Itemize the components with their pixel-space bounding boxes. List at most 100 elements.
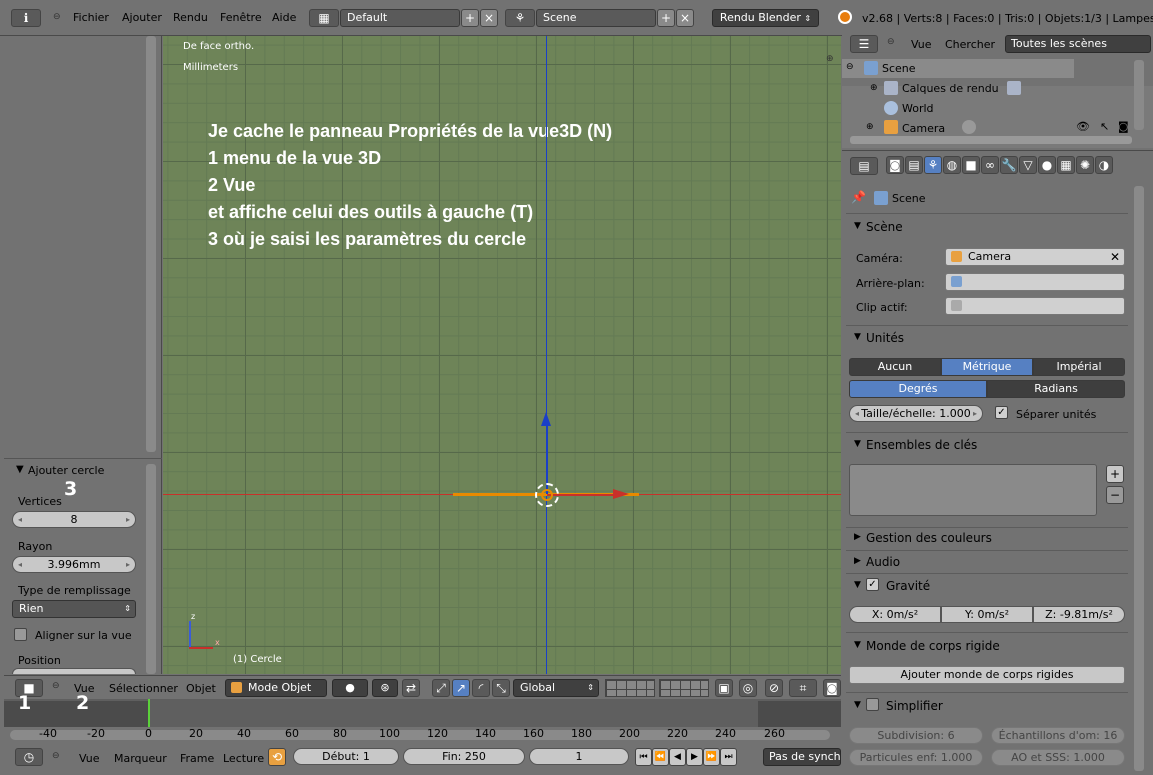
ao-samples-field[interactable]: Échantillons d'om: 16 <box>991 727 1125 744</box>
layer-lock-icon[interactable]: ▣ <box>715 679 733 697</box>
outliner-scrollbar[interactable] <box>1134 60 1144 130</box>
outliner-item-world[interactable]: World <box>902 102 934 115</box>
current-frame-field[interactable]: 1 <box>529 748 629 765</box>
z-arrow-icon[interactable] <box>541 412 551 426</box>
object-tab-icon[interactable]: ■ <box>962 156 980 174</box>
menu-fenetre[interactable]: Fenêtre <box>220 11 262 24</box>
outliner-h-scrollbar[interactable] <box>850 136 1132 144</box>
outliner-filter-select[interactable]: Toutes les scènes <box>1005 35 1151 53</box>
outliner-item-scene[interactable]: Scene <box>882 62 916 75</box>
play-icon[interactable]: ▶ <box>686 748 703 766</box>
collapse-triangle-icon[interactable]: ▼ <box>854 640 861 650</box>
render-engine-select[interactable]: Rendu Blender ⇕ <box>712 9 819 27</box>
degrees-button[interactable]: Degrés <box>849 380 987 398</box>
decrement-arrow-icon[interactable]: ◂ <box>18 512 22 527</box>
collapse-menu-icon[interactable]: ⊖ <box>52 681 60 691</box>
clear-field-icon[interactable]: ✕ <box>1110 249 1120 265</box>
layer-buttons-1[interactable] <box>605 679 655 697</box>
increment-arrow-icon[interactable]: ▸ <box>973 406 977 421</box>
remove-scene-icon[interactable]: × <box>676 9 694 27</box>
prev-keyframe-icon[interactable]: ⏪ <box>652 748 669 766</box>
unit-imperial-button[interactable]: Impérial <box>1033 358 1125 376</box>
decrement-arrow-icon[interactable]: ◂ <box>855 406 859 421</box>
menu-objet[interactable]: Objet <box>186 682 216 695</box>
menu-selectionner[interactable]: Sélectionner <box>109 682 178 695</box>
remove-layout-icon[interactable]: × <box>480 9 498 27</box>
vertices-field[interactable]: ◂ 8 ▸ <box>12 511 136 528</box>
layout-name-field[interactable]: Default <box>340 9 460 27</box>
collapse-menu-icon[interactable]: ⊖ <box>53 12 61 22</box>
jump-start-icon[interactable]: ⏮ <box>635 748 652 766</box>
render-camera-icon[interactable]: ◙ <box>1118 120 1129 133</box>
gravity-title[interactable]: Gravité <box>886 579 930 593</box>
render-camera-icon[interactable]: ◙ <box>823 679 841 697</box>
operator-panel-scrollbar[interactable] <box>146 464 156 674</box>
expand-properties-icon[interactable]: ⊕ <box>826 54 834 64</box>
background-field[interactable] <box>945 273 1125 291</box>
decrement-arrow-icon[interactable]: ◂ <box>18 557 22 572</box>
editor-type-outliner-icon[interactable]: ☰ <box>850 35 878 53</box>
menu-aide[interactable]: Aide <box>272 11 296 24</box>
preview-range-icon[interactable]: ⟲ <box>268 748 286 766</box>
expand-triangle-icon[interactable]: ▶ <box>854 556 861 566</box>
modifiers-tab-icon[interactable]: 🔧 <box>1000 156 1018 174</box>
increment-arrow-icon[interactable]: ▸ <box>126 557 130 572</box>
collapse-triangle-icon[interactable]: ▼ <box>854 221 861 231</box>
snap-element-icon[interactable]: ⌗ <box>789 679 817 697</box>
editor-type-timeline-icon[interactable]: ◷ <box>15 748 43 766</box>
constraints-tab-icon[interactable]: ∞ <box>981 156 999 174</box>
camera-field[interactable]: Camera ✕ <box>945 248 1125 266</box>
child-particles-field[interactable]: Particules enf: 1.000 <box>849 749 983 766</box>
proportional-edit-icon[interactable]: ◎ <box>739 679 757 697</box>
shading-select[interactable]: ● <box>332 679 368 697</box>
expand-scene-icon[interactable]: ⊖ <box>846 62 854 72</box>
current-frame-indicator[interactable] <box>148 699 150 727</box>
align-view-checkbox[interactable] <box>14 628 27 641</box>
visibility-eye-icon[interactable]: 👁 <box>1076 120 1090 133</box>
scale-manipulator-icon[interactable]: ⤡ <box>492 679 510 697</box>
timeline-scrollbar[interactable] <box>10 730 830 740</box>
render-tab-icon[interactable]: ◙ <box>886 156 904 174</box>
mode-select[interactable]: Mode Objet <box>225 679 327 697</box>
simplify-checkbox[interactable] <box>866 698 879 711</box>
end-frame-field[interactable]: Fin: 250 <box>403 748 525 765</box>
rotate-manipulator-icon[interactable]: ◜ <box>472 679 490 697</box>
editor-type-info-icon[interactable]: ℹ <box>11 9 41 27</box>
unit-metric-button[interactable]: Métrique <box>941 358 1033 376</box>
collapse-triangle-icon[interactable]: ▼ <box>854 700 861 710</box>
translate-icon[interactable]: ⤢ <box>432 679 450 697</box>
timeline-menu-frame[interactable]: Frame <box>180 752 214 765</box>
outliner-menu-chercher[interactable]: Chercher <box>945 38 995 51</box>
scene-name-field[interactable]: Scene <box>536 9 656 27</box>
scene-selector-icon[interactable]: ⚘ <box>505 9 535 27</box>
play-reverse-icon[interactable]: ◀ <box>669 748 686 766</box>
gravity-x-field[interactable]: X: 0m/s² <box>849 606 941 623</box>
operator-title[interactable]: Ajouter cercle <box>28 464 104 477</box>
add-rigid-body-world-button[interactable]: Ajouter monde de corps rigides <box>849 666 1125 684</box>
physics-tab-icon[interactable]: ◑ <box>1095 156 1113 174</box>
3d-viewport[interactable]: De face ortho. Millimeters Je cache le p… <box>163 36 841 674</box>
simplify-title[interactable]: Simplifier <box>886 699 943 713</box>
audio-title[interactable]: Audio <box>866 555 900 569</box>
expand-render-layers-icon[interactable]: ⊕ <box>870 83 878 93</box>
gravity-z-field[interactable]: Z: -9.81m/s² <box>1033 606 1125 623</box>
particles-tab-icon[interactable]: ✺ <box>1076 156 1094 174</box>
unit-none-button[interactable]: Aucun <box>849 358 941 376</box>
expand-camera-icon[interactable]: ⊕ <box>866 122 874 132</box>
collapse-menu-icon[interactable]: ⊖ <box>52 751 60 761</box>
add-keying-set-icon[interactable]: + <box>1106 465 1124 483</box>
material-tab-icon[interactable]: ● <box>1038 156 1056 174</box>
outliner-item-camera[interactable]: Camera <box>902 122 945 135</box>
scale-field[interactable]: ◂ Taille/échelle: 1.000 ▸ <box>849 405 983 422</box>
layer-buttons-2[interactable] <box>659 679 709 697</box>
pin-icon[interactable]: 📌 <box>851 190 866 204</box>
units-panel-title[interactable]: Unités <box>866 331 904 345</box>
subdivision-field[interactable]: Subdivision: 6 <box>849 727 983 744</box>
separate-units-checkbox[interactable]: ✓ <box>995 406 1008 419</box>
outliner-item-render-layers[interactable]: Calques de rendu <box>902 82 999 95</box>
selectability-cursor-icon[interactable]: ↖ <box>1100 120 1109 133</box>
timeline-menu-vue[interactable]: Vue <box>79 752 100 765</box>
color-management-title[interactable]: Gestion des couleurs <box>866 531 992 545</box>
add-scene-icon[interactable]: + <box>657 9 675 27</box>
collapse-menu-icon[interactable]: ⊖ <box>887 37 895 47</box>
